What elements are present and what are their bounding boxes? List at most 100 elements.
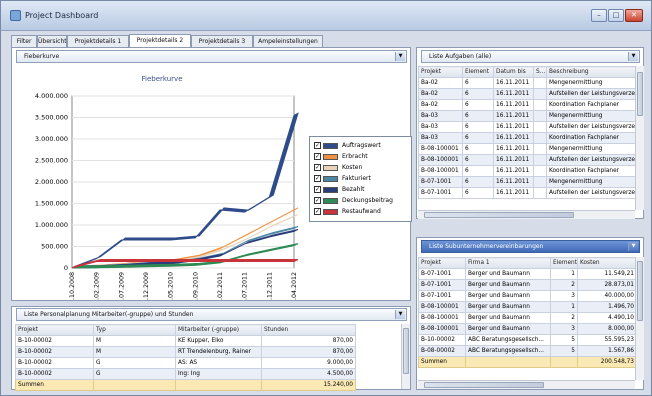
personnel-cell: Ing: Ing [175,368,262,380]
tab-projektdetails-2[interactable]: Projektdetails 2 [129,34,191,47]
table-row[interactable]: B-08-100001 Berger und Baumann 3 8.000,00 [418,323,637,335]
legend-checkbox[interactable]: ✓ [314,208,321,215]
col-header-beschreibung[interactable]: Beschreibung [546,66,637,78]
scroll-thumb[interactable] [637,72,643,116]
table-row[interactable]: B-10-00002 G AS: AS 9.000,00 [15,357,356,369]
table-row[interactable]: B-10-00002 G Ing: Ing 4.500,00 [15,368,356,380]
chart-type-select-value: Fieberkurve [24,53,60,60]
legend-item[interactable]: ✓ Deckungsbeitrag [314,196,393,205]
personnel-list-select[interactable]: Liste Personalplanung Mitarbeiter(-grupp… [16,308,407,321]
legend-checkbox[interactable]: ✓ [314,186,321,193]
col-header-mitarbeiter[interactable]: Mitarbeiter (-gruppe) [175,324,262,336]
close-button[interactable]: ✕ [625,9,643,22]
tab-filter[interactable]: Filter [11,35,37,47]
subcontractor-list-select[interactable]: Liste Subunternehmervereinbarungen ▼ [421,240,640,253]
subcontractor-cell: 2 [550,312,578,324]
legend-item[interactable]: ✓ Fakturiert [314,174,371,183]
table-row[interactable]: B-08-00002 ABC Beratungsgesellsch... 5 1.56… [418,345,637,357]
legend-item[interactable]: ✓ Restaufwand [314,207,381,216]
y-tick-label: 1.500.000 [35,200,68,208]
task-cell [533,154,547,166]
col-header-kosten[interactable]: Kosten [577,257,637,269]
table-row[interactable]: B-07-1001 6 16.11.2011 Mengenermittlung [418,176,637,188]
tasks-list-select[interactable]: Liste Aufgaben (alle) ▼ [421,50,640,63]
table-row[interactable]: Ba-02 6 16.11.2011 Mengenermittlung [418,77,637,89]
subcontractor-table: Projekt Firma 1 Element Kosten B-07-1001… [418,257,637,368]
personnel-cell: M [93,335,176,347]
table-row[interactable]: B-08-100001 Berger und Baumann 2 4.490,10 [418,312,637,324]
x-tick-label: 01.10.2008 [69,272,76,300]
legend-label: Fakturiert [342,175,371,182]
subcontractor-panel: Liste Subunternehmervereinbarungen ▼ Pro… [416,237,644,390]
legend-checkbox[interactable]: ✓ [314,175,321,182]
table-row[interactable]: B-07-1001 Berger und Baumann 3 40.000,00 [418,290,637,302]
legend-checkbox[interactable]: ✓ [314,142,321,149]
y-axis: 0 500.000 1.000.000 1.500.000 2.000.000 2.500… [35,92,68,272]
legend-checkbox[interactable]: ✓ [314,197,321,204]
tab-projektdetails-3[interactable]: Projektdetails 3 [191,35,253,47]
scroll-thumb[interactable] [637,261,643,321]
table-row[interactable]: Ba-03 6 16.11.2011 Aufstellen der Leistungs… [418,121,637,133]
tasks-table: Projekt Element Datum bis S... Beschreib… [418,66,637,199]
table-row[interactable]: B-08-100001 6 16.11.2011 Koordination Fachp… [418,165,637,177]
table-row[interactable]: B-08-100001 6 16.11.2011 Mengenermittlung [418,143,637,155]
legend-item[interactable]: ✓ Erbracht [314,152,368,161]
scroll-thumb[interactable] [403,328,409,374]
subcontractor-cell: B-08-100001 [418,301,466,313]
subcontractor-cell: 2 [550,279,578,291]
col-header-stunden[interactable]: Stunden [261,324,356,336]
task-cell: 6 [462,176,494,188]
scroll-thumb[interactable] [424,212,574,218]
subcontractor-cell: B-08-100001 [418,323,466,335]
scroll-thumb[interactable] [424,382,544,388]
legend-item[interactable]: ✓ Auftragswert [314,141,381,150]
tab-projektdetails-1[interactable]: Projektdetails 1 [67,35,129,47]
task-cell: Mengenermittlung [546,143,637,155]
x-tick-label: 25.09.2010 [192,272,199,300]
table-row[interactable]: Ba-02 6 16.11.2011 Aufstellen der Leistungs… [418,88,637,100]
y-tick-label: 3.000.000 [35,135,68,143]
legend-item[interactable]: ✓ Bezahlt [314,185,364,194]
col-header-projekt[interactable]: Projekt [418,66,463,78]
tab-ampeleinstellungen[interactable]: Ampeleinstellungen [253,35,323,47]
x-tick-label: 04.12.2011 [266,272,273,300]
chevron-down-icon[interactable]: ▼ [628,52,638,61]
col-header-element[interactable]: Element [550,257,578,269]
table-row[interactable]: B-07-1001 Berger und Baumann 2 28.873,01 [418,279,637,291]
table-row[interactable]: Ba-03 6 16.11.2011 Mengenermittlung [418,110,637,122]
table-row[interactable]: B-08-100001 6 16.11.2011 Aufstellen der Lei… [418,154,637,166]
tab-uebersicht[interactable]: Übersicht [37,35,67,47]
table-row[interactable]: Ba-02 6 16.11.2011 Koordination Fachplaner [418,99,637,111]
vertical-scrollbar[interactable] [635,66,644,210]
maximize-button[interactable]: □ [608,9,624,22]
col-header-datum-bis[interactable]: Datum bis [493,66,534,78]
col-header-firma[interactable]: Firma 1 [465,257,551,269]
table-row[interactable]: B-07-1001 Berger und Baumann 1 11.549,21 [418,268,637,280]
subcontractor-cell: 55.595,23 [577,334,637,346]
table-row[interactable]: B-10-00002 M RT Trendelenburg, Rainer 870,0… [15,346,356,358]
table-row[interactable]: B-08-100001 Berger und Baumann 1 1.496,70 [418,301,637,313]
col-header-typ[interactable]: Typ [93,324,176,336]
table-row[interactable]: B-07-1001 6 16.11.2011 Aufstellen der Leist… [418,187,637,199]
col-header-projekt[interactable]: Projekt [418,257,466,269]
col-header-status[interactable]: S... [533,66,547,78]
legend-checkbox[interactable]: ✓ [314,164,321,171]
col-header-element[interactable]: Element [462,66,494,78]
vertical-scrollbar[interactable] [401,324,410,389]
col-header-projekt[interactable]: Projekt [15,324,94,336]
chevron-down-icon[interactable]: ▼ [628,242,638,251]
chart-type-select[interactable]: Fieberkurve ▼ [16,50,407,63]
legend-checkbox[interactable]: ✓ [314,153,321,160]
horizontal-scrollbar[interactable] [418,380,635,389]
table-row[interactable]: B-10-00002 M KE Kupper, Elko 870,00 [15,335,356,347]
y-tick-label: 1.000.000 [35,221,68,229]
vertical-scrollbar[interactable] [635,257,644,380]
task-cell: 6 [462,77,494,89]
legend-item[interactable]: ✓ Kosten [314,163,362,172]
horizontal-scrollbar[interactable] [418,210,635,219]
table-row[interactable]: Ba-03 6 16.11.2011 Koordination Fachplaner [418,132,637,144]
table-row[interactable]: B-10-00002 ABC Beratungsgesellsch... 5 55.5… [418,334,637,346]
chevron-down-icon[interactable]: ▼ [395,52,405,61]
chevron-down-icon[interactable]: ▼ [395,310,405,319]
minimize-button[interactable]: – [591,9,607,22]
